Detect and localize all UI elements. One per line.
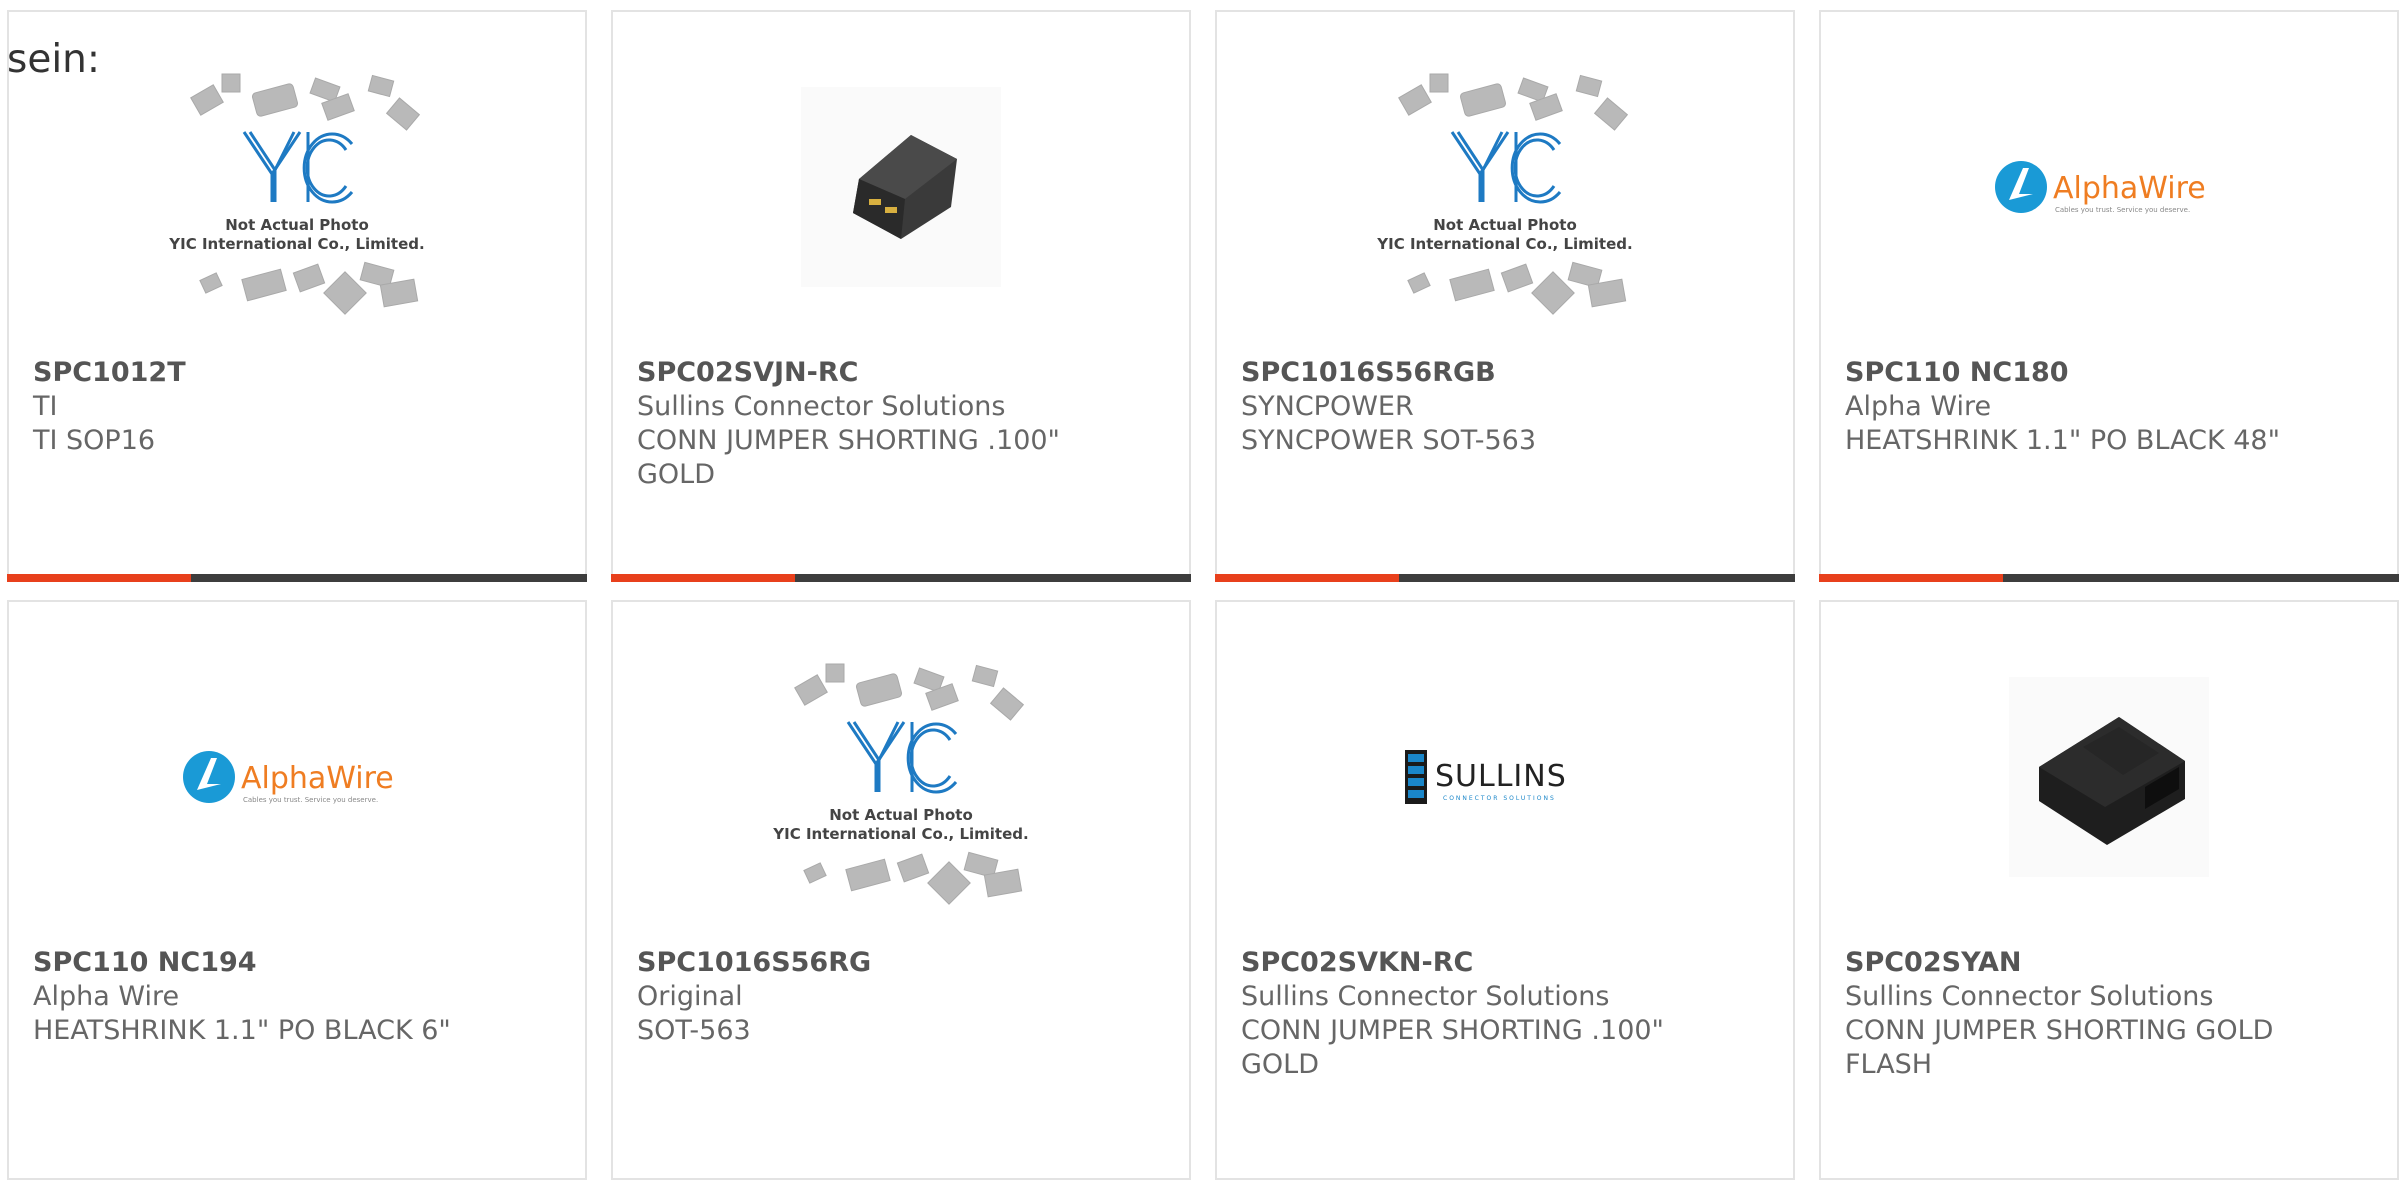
product-card[interactable]: Not Actual Photo YIC International Co., … [1215, 10, 1795, 582]
product-image: AlphaWire Cables you trust. Service you … [9, 642, 585, 912]
manufacturer: Alpha Wire [33, 981, 180, 1012]
card-footer-bar [1215, 574, 1795, 582]
alphawire-logo-icon: AlphaWire Cables you trust. Service you … [1995, 161, 2206, 214]
part-number[interactable]: SPC110 NC194 [33, 946, 545, 980]
product-info: SPC1016S56RGB SYNCPOWER SYNCPOWER SOT-56… [1241, 356, 1753, 458]
card-footer-bar [611, 574, 1191, 582]
product-card[interactable]: SPC02SVJN-RC Sullins Connector Solutions… [611, 10, 1191, 582]
brand-name: SULLINS [1435, 759, 1567, 794]
card-accent [1819, 574, 2003, 582]
product-image: AlphaWire Cables you trust. Service you … [1821, 52, 2397, 322]
product-image: Not Actual Photo YIC International Co., … [1217, 52, 1793, 322]
description: TI SOP16 [33, 425, 156, 456]
placeholder-line2: YIC International Co., Limited. [1376, 235, 1632, 253]
product-info: SPC1016S56RG Original SOT-563 [637, 946, 1149, 1048]
placeholder-line1: Not Actual Photo [1433, 216, 1577, 234]
product-card[interactable]: Not Actual Photo YIC International Co., … [611, 600, 1191, 1180]
card-accent [1215, 574, 1399, 582]
jumper-photo-icon [2009, 677, 2209, 877]
product-info: SPC110 NC180 Alpha Wire HEATSHRINK 1.1" … [1845, 356, 2357, 458]
part-number[interactable]: SPC110 NC180 [1845, 356, 2357, 390]
card-footer-bar [7, 574, 587, 582]
product-info: SPC02SVKN-RC Sullins Connector Solutions… [1241, 946, 1753, 1082]
part-number[interactable]: SPC02SVJN-RC [637, 356, 1149, 390]
placeholder-line1: Not Actual Photo [225, 216, 369, 234]
description: SOT-563 [637, 1015, 751, 1046]
yic-placeholder-icon: Not Actual Photo YIC International Co., … [168, 73, 425, 315]
alphawire-logo-icon: AlphaWire Cables you trust. Service you … [183, 751, 394, 804]
manufacturer: Sullins Connector Solutions [637, 391, 1006, 422]
sullins-logo-icon: SULLINS CONNECTOR SOLUTIONS [1405, 750, 1567, 804]
brand-tagline: CONNECTOR SOLUTIONS [1443, 795, 1556, 802]
product-image: Not Actual Photo YIC International Co., … [613, 642, 1189, 912]
card-accent [611, 574, 795, 582]
yic-placeholder-icon: Not Actual Photo YIC International Co., … [772, 663, 1029, 905]
jumper-photo-icon [801, 87, 1001, 287]
placeholder-line2: YIC International Co., Limited. [168, 235, 424, 253]
product-card[interactable]: SPC02SYAN Sullins Connector Solutions CO… [1819, 600, 2399, 1180]
manufacturer: Original [637, 981, 743, 1012]
description: CONN JUMPER SHORTING .100" GOLD [637, 425, 1060, 490]
part-number[interactable]: SPC1016S56RG [637, 946, 1149, 980]
yic-placeholder-icon: Not Actual Photo YIC International Co., … [1376, 73, 1633, 315]
brand-name: AlphaWire [241, 761, 394, 796]
card-footer-bar [1819, 574, 2399, 582]
card-accent [7, 574, 191, 582]
description: HEATSHRINK 1.1" PO BLACK 6" [33, 1015, 451, 1046]
description: SYNCPOWER SOT-563 [1241, 425, 1536, 456]
placeholder-line2: YIC International Co., Limited. [772, 825, 1028, 843]
description: CONN JUMPER SHORTING GOLD FLASH [1845, 1015, 2274, 1080]
part-number[interactable]: SPC02SVKN-RC [1241, 946, 1753, 980]
description: HEATSHRINK 1.1" PO BLACK 48" [1845, 425, 2281, 456]
part-number[interactable]: SPC1012T [33, 356, 545, 390]
manufacturer: TI [33, 391, 58, 422]
product-info: SPC02SVJN-RC Sullins Connector Solutions… [637, 356, 1149, 492]
product-card[interactable]: AlphaWire Cables you trust. Service you … [7, 600, 587, 1180]
product-image [1821, 642, 2397, 912]
brand-tagline: Cables you trust. Service you deserve. [2055, 206, 2190, 214]
manufacturer: Sullins Connector Solutions [1241, 981, 1610, 1012]
manufacturer: Sullins Connector Solutions [1845, 981, 2214, 1012]
manufacturer: Alpha Wire [1845, 391, 1992, 422]
description: CONN JUMPER SHORTING .100" GOLD [1241, 1015, 1664, 1080]
product-card[interactable]: SULLINS CONNECTOR SOLUTIONS SPC02SVKN-RC… [1215, 600, 1795, 1180]
part-number[interactable]: SPC02SYAN [1845, 946, 2357, 980]
part-number[interactable]: SPC1016S56RGB [1241, 356, 1753, 390]
product-image: SULLINS CONNECTOR SOLUTIONS [1217, 642, 1793, 912]
product-card[interactable]: Not Actual Photo YIC International Co., … [7, 10, 587, 582]
intro-text: sein: [7, 37, 101, 82]
product-image [613, 52, 1189, 322]
manufacturer: SYNCPOWER [1241, 391, 1414, 422]
product-image: Not Actual Photo YIC International Co., … [9, 52, 585, 322]
placeholder-line1: Not Actual Photo [829, 806, 973, 824]
product-info: SPC1012T TI TI SOP16 [33, 356, 545, 458]
brand-tagline: Cables you trust. Service you deserve. [243, 796, 378, 804]
product-card[interactable]: AlphaWire Cables you trust. Service you … [1819, 10, 2399, 582]
product-info: SPC110 NC194 Alpha Wire HEATSHRINK 1.1" … [33, 946, 545, 1048]
brand-name: AlphaWire [2053, 171, 2206, 206]
product-info: SPC02SYAN Sullins Connector Solutions CO… [1845, 946, 2357, 1082]
